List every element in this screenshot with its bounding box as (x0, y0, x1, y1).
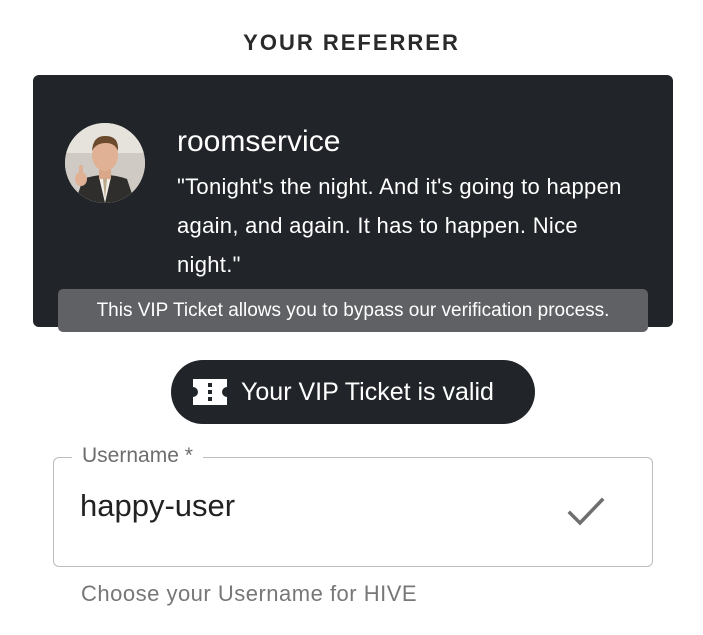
username-input[interactable] (80, 488, 540, 524)
ticket-icon (191, 377, 229, 407)
vip-ticket-badge[interactable]: Your VIP Ticket is valid (171, 360, 535, 424)
username-helper-text: Choose your Username for HIVE (81, 581, 418, 606)
referrer-quote: "Tonight's the night. And it's going to … (177, 174, 622, 277)
check-icon (566, 495, 606, 529)
signup-page: YOUR REFERRER roomservice "Tonight's the… (0, 0, 703, 635)
referrer-name: roomservice (177, 125, 341, 158)
avatar (65, 123, 145, 203)
username-label: Username * (72, 444, 203, 468)
vip-tooltip: This VIP Ticket allows you to bypass our… (58, 289, 648, 332)
section-title: YOUR REFERRER (243, 30, 460, 55)
vip-ticket-label: Your VIP Ticket is valid (241, 377, 494, 406)
username-field: Username * (53, 444, 653, 567)
